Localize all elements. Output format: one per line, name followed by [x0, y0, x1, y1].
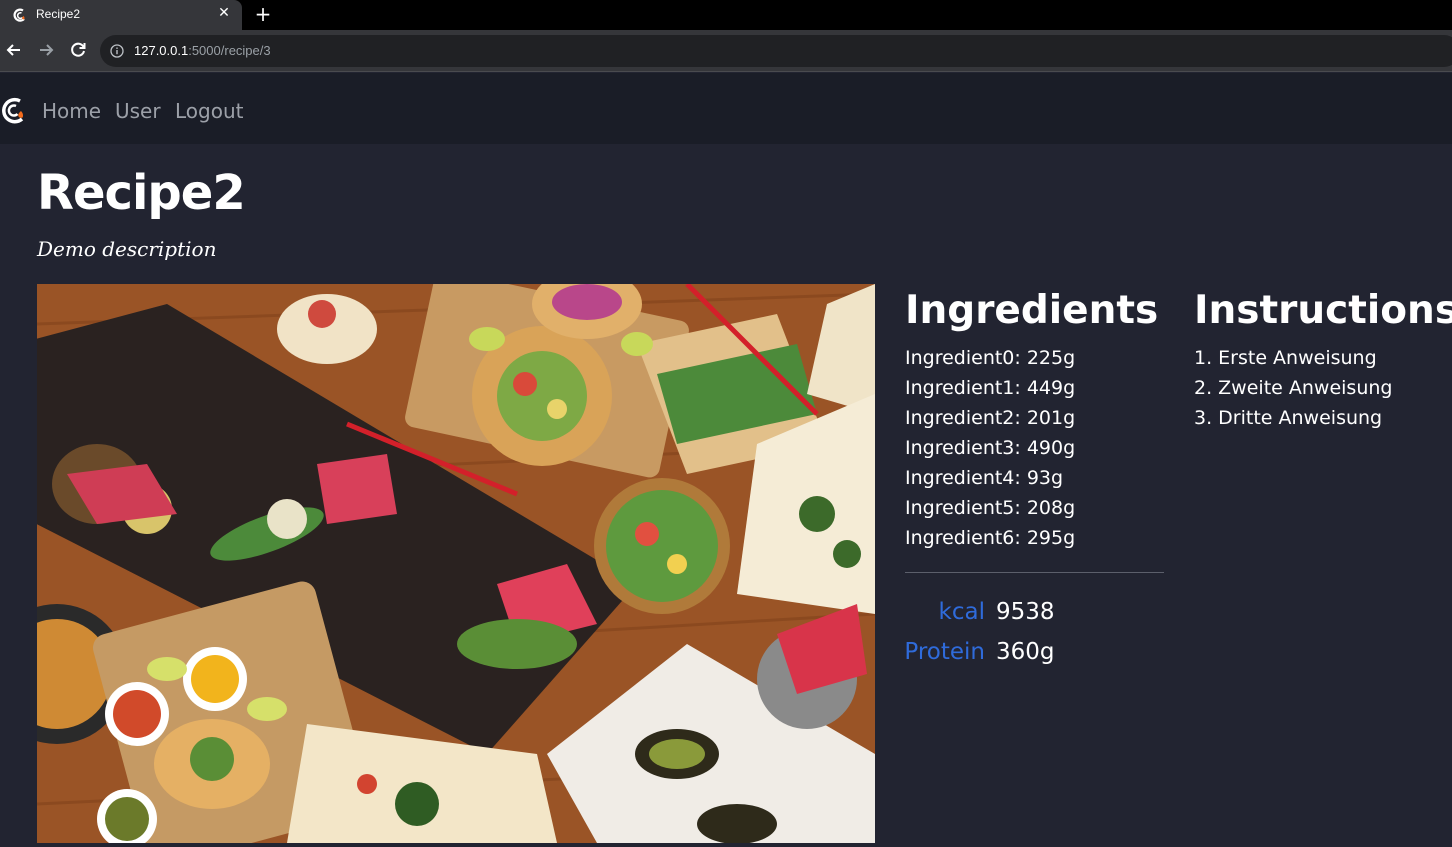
- kcal-label: kcal: [938, 599, 985, 625]
- tab-title: Recipe2: [36, 7, 81, 21]
- address-bar[interactable]: 127.0.0.1:5000/recipe/3: [100, 35, 1452, 67]
- instructions-list: 1. Erste Anweisung 2. Zweite Anweisung 3…: [1194, 343, 1392, 433]
- list-item: 2. Zweite Anweisung: [1194, 377, 1393, 399]
- info-icon[interactable]: [110, 44, 124, 58]
- list-item: Ingredient2: 201g: [905, 407, 1076, 429]
- back-arrow-icon[interactable]: [3, 39, 25, 61]
- url-text[interactable]: 127.0.0.1:5000/recipe/3: [134, 43, 271, 58]
- list-item: Ingredient1: 449g: [905, 377, 1076, 399]
- instructions-heading: Instructions: [1194, 288, 1452, 333]
- site-navbar: Home User Logout: [0, 73, 1452, 144]
- list-item: Ingredient3: 490g: [905, 437, 1076, 459]
- favicon-icon: [13, 8, 25, 22]
- nutrition-protein-row: Protein 360g: [904, 639, 1165, 675]
- recipe-title: Recipe2: [37, 165, 246, 221]
- list-item: Ingredient6: 295g: [905, 527, 1076, 549]
- nav-link-user[interactable]: User: [115, 99, 161, 123]
- divider: [905, 572, 1164, 573]
- protein-value: 360g: [996, 639, 1055, 665]
- nutrition-kcal-row: kcal 9538: [905, 599, 1165, 635]
- ingredients-list: Ingredient0: 225g Ingredient1: 449g Ingr…: [905, 343, 1075, 553]
- browser-toolbar: 127.0.0.1:5000/recipe/3: [0, 30, 1452, 72]
- site-logo-icon[interactable]: [0, 95, 28, 125]
- ingredients-heading: Ingredients: [905, 288, 1159, 333]
- list-item: Ingredient5: 208g: [905, 497, 1076, 519]
- url-path: :5000/recipe/3: [188, 43, 271, 58]
- close-tab-icon[interactable]: ✕: [216, 5, 232, 23]
- nav-link-logout[interactable]: Logout: [175, 99, 243, 123]
- forward-arrow-icon[interactable]: [35, 39, 57, 61]
- list-item: Ingredient0: 225g: [905, 347, 1076, 369]
- recipe-photo: [37, 284, 875, 843]
- reload-icon[interactable]: [67, 39, 89, 61]
- browser-tab[interactable]: Recipe2 ✕: [0, 0, 242, 30]
- recipe-description: Demo description: [37, 237, 217, 261]
- new-tab-button[interactable]: +: [254, 2, 272, 26]
- protein-label: Protein: [904, 639, 985, 665]
- nav-link-home[interactable]: Home: [42, 99, 101, 123]
- list-item: 3. Dritte Anweisung: [1194, 407, 1383, 429]
- url-host: 127.0.0.1: [134, 43, 189, 58]
- list-item: Ingredient4: 93g: [905, 467, 1064, 489]
- browser-tab-bar: Recipe2 ✕ +: [0, 0, 1452, 30]
- list-item: 1. Erste Anweisung: [1194, 347, 1377, 369]
- kcal-value: 9538: [996, 599, 1055, 625]
